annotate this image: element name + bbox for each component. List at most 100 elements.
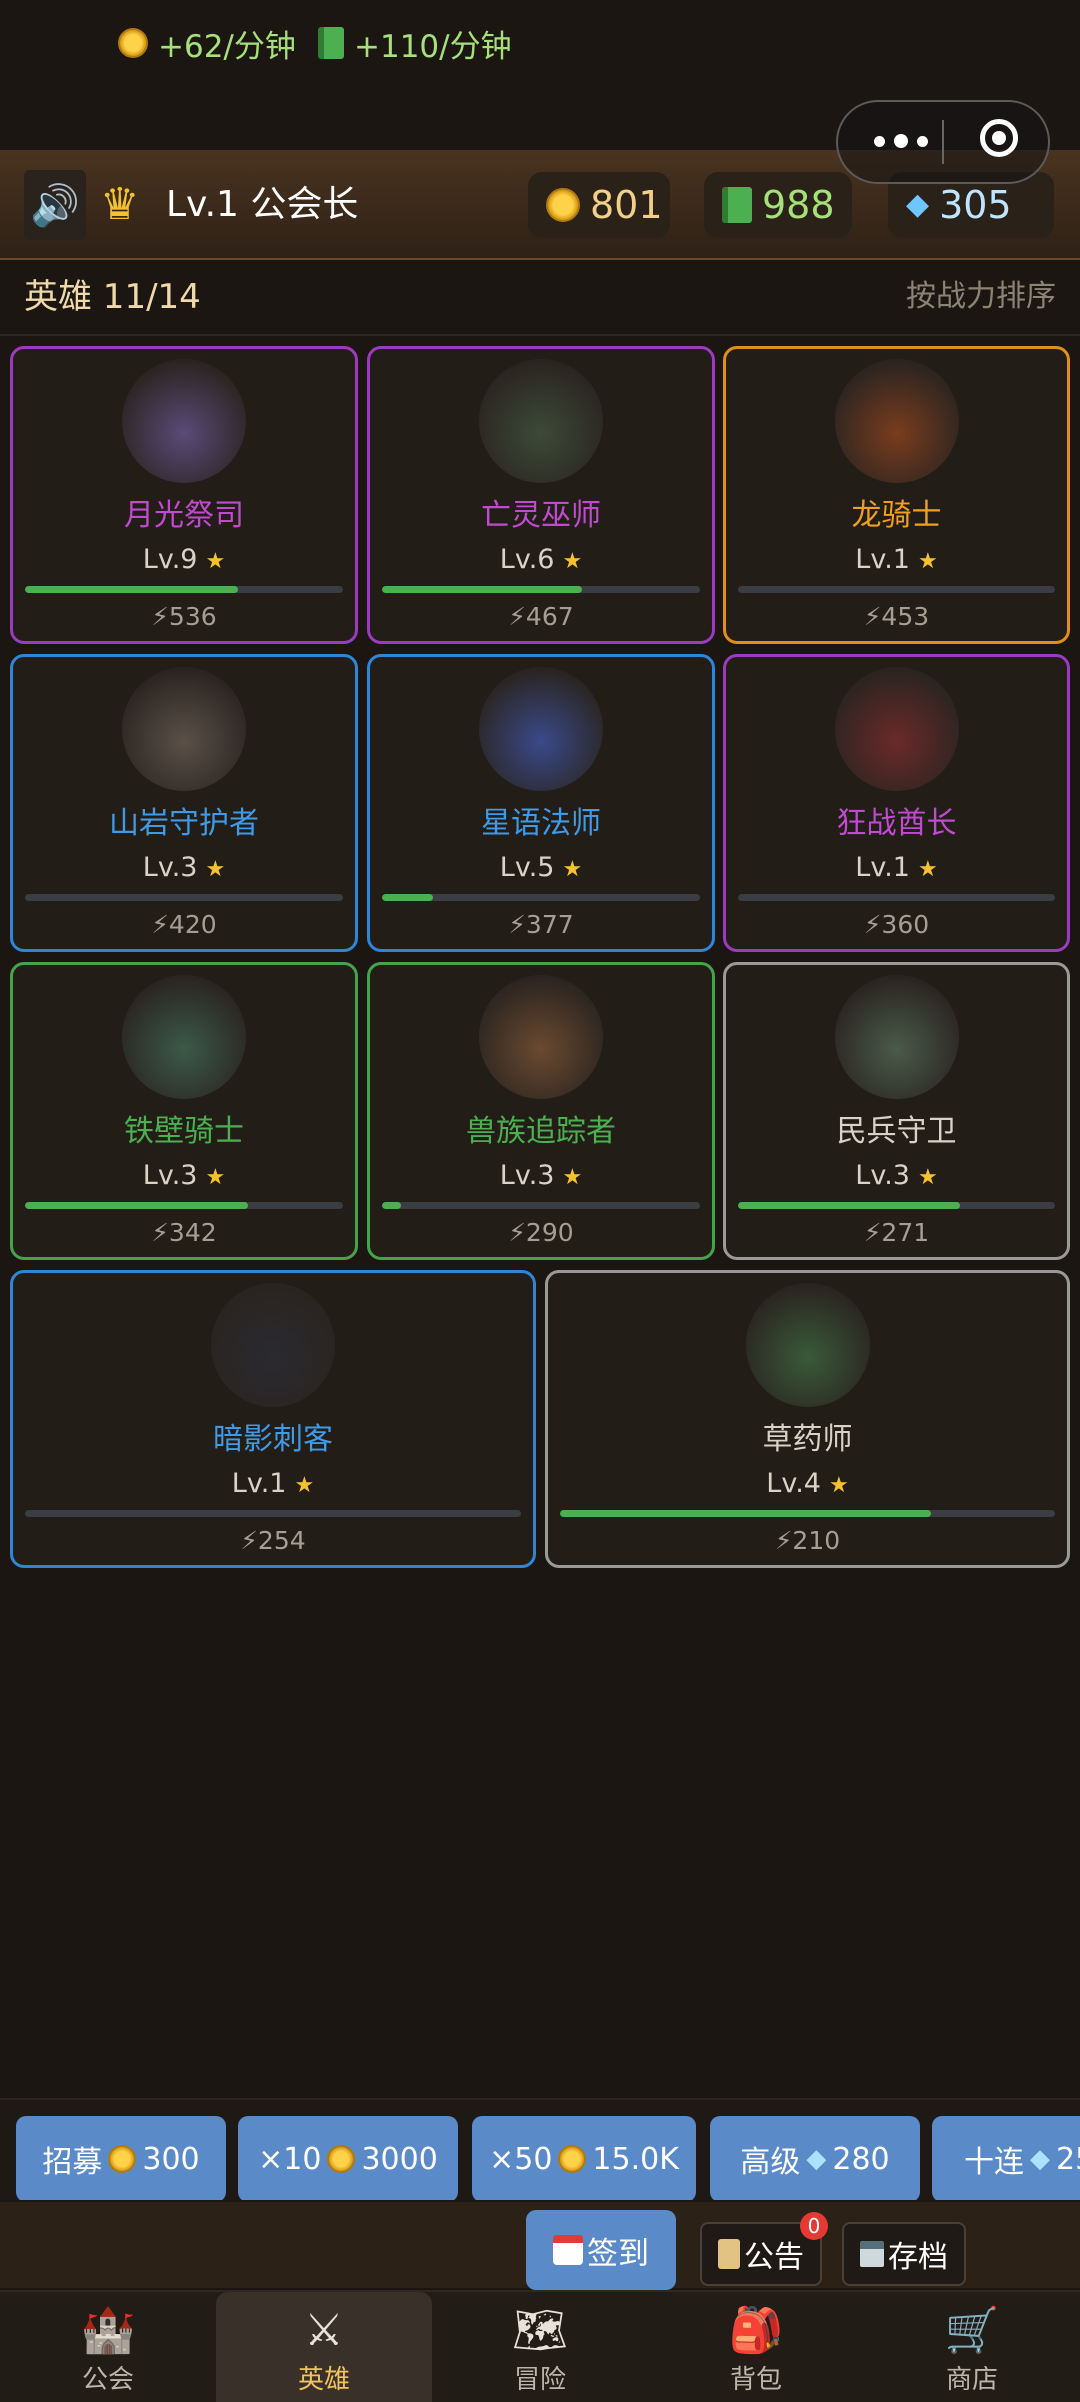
recruit-x50-cost: 15.0K — [592, 2141, 679, 2177]
hero-name: 星语法师 — [481, 806, 601, 841]
hero-card[interactable]: 兽族追踪者 Lv.3 ★ ⚡290 — [367, 962, 715, 1260]
hero-card[interactable]: 龙骑士 Lv.1 ★ ⚡453 — [723, 346, 1070, 644]
gem-value: 305 — [939, 183, 1012, 227]
hero-name: 暗影刺客 — [213, 1422, 333, 1457]
star-icon: ★ — [294, 1473, 315, 1498]
book-value: 988 — [762, 183, 835, 227]
hero-level-text: Lv.6 — [499, 544, 555, 575]
hero-level: Lv.4 ★ — [548, 1467, 1067, 1503]
more-options-icon[interactable] — [866, 126, 936, 156]
castle-icon: 🏰 — [80, 2305, 136, 2356]
hero-power: ⚡271 — [863, 1218, 930, 1247]
hero-card[interactable]: 山岩守护者 Lv.3 ★ ⚡420 — [10, 654, 358, 952]
hero-exp-bar — [25, 1202, 343, 1209]
hero-power: ⚡467 — [508, 602, 574, 631]
close-target-icon[interactable] — [980, 119, 1018, 157]
floppy-disk-icon — [860, 2241, 884, 2267]
tab-label: 背包 — [729, 2365, 782, 2395]
tab-adventure[interactable]: 🗺 冒险 — [432, 2292, 648, 2402]
coin-icon — [327, 2145, 356, 2173]
hero-name: 亡灵巫师 — [481, 498, 601, 533]
gem-icon: ◆ — [1030, 2144, 1050, 2174]
tab-shop[interactable]: 🛒 商店 — [864, 2292, 1080, 2402]
capsule-divider — [942, 120, 944, 164]
book-icon — [318, 27, 344, 59]
guild-level-title: Lv.1 公会长 — [166, 184, 359, 225]
tab-label: 公会 — [81, 2365, 134, 2395]
save-button[interactable]: 存档 — [842, 2222, 966, 2286]
crown-icon: ♛ — [100, 179, 140, 230]
hero-avatar — [479, 667, 603, 791]
hero-name: 草药师 — [762, 1422, 853, 1457]
hero-avatar — [834, 975, 959, 1099]
hero-card[interactable]: 星语法师 Lv.5 ★ ⚡377 — [367, 654, 715, 952]
coin-icon — [108, 2145, 137, 2173]
crossed-swords-icon: ⚔ — [304, 2305, 344, 2356]
hero-level: Lv.3 ★ — [726, 1159, 1067, 1195]
speaker-icon[interactable]: 🔊 — [24, 170, 86, 240]
recruit-x10-button[interactable]: ×10 3000 — [238, 2116, 458, 2200]
premium-recruit-label: 高级 — [740, 2145, 801, 2180]
gold-counter: 801 — [528, 172, 670, 238]
recruit-x10-cost: 3000 — [361, 2141, 438, 2177]
hero-exp-fill — [25, 586, 239, 593]
hero-exp-fill — [382, 1202, 402, 1209]
hero-avatar — [745, 1283, 870, 1407]
recruit-x10-label: ×10 — [258, 2141, 322, 2177]
hero-exp-fill — [738, 1202, 960, 1209]
gold-value: 801 — [590, 183, 663, 227]
hero-power: ⚡453 — [863, 602, 930, 631]
hero-level: Lv.3 ★ — [13, 1159, 355, 1195]
hero-card[interactable]: 草药师 Lv.4 ★ ⚡210 — [545, 1270, 1070, 1568]
hero-avatar — [122, 667, 246, 791]
hero-level-text: Lv.3 — [142, 852, 198, 883]
book-income-rate: +110/分钟 — [318, 18, 512, 68]
hero-level-text: Lv.1 — [855, 852, 910, 883]
hero-card[interactable]: 月光祭司 Lv.9 ★ ⚡536 — [10, 346, 358, 644]
sort-by-power-button[interactable]: 按战力排序 — [906, 274, 1056, 320]
coin-icon — [118, 28, 148, 58]
gold-rate-text: +62/分钟 — [158, 28, 296, 65]
hero-level: Lv.3 ★ — [13, 851, 355, 887]
premium-recruit-button[interactable]: 高级 ◆ 280 — [710, 2116, 920, 2200]
hero-card[interactable]: 暗影刺客 Lv.1 ★ ⚡254 — [10, 1270, 536, 1568]
gold-income-rate: +62/分钟 — [118, 18, 296, 68]
coin-icon — [546, 188, 580, 222]
premium-ten-pull-button[interactable]: 十连 ◆ 2500 — [932, 2116, 1080, 2200]
hero-exp-bar — [25, 894, 343, 901]
hero-exp-bar — [25, 586, 343, 593]
hero-exp-fill — [25, 1202, 248, 1209]
mini-program-capsule[interactable] — [836, 100, 1050, 184]
hero-power: ⚡420 — [151, 910, 217, 939]
hero-card[interactable]: 狂战酋长 Lv.1 ★ ⚡360 — [723, 654, 1070, 952]
star-icon: ★ — [917, 549, 938, 574]
hero-level-text: Lv.3 — [499, 1160, 555, 1191]
hero-card[interactable]: 亡灵巫师 Lv.6 ★ ⚡467 — [367, 346, 715, 644]
star-icon: ★ — [917, 857, 938, 882]
tab-heroes[interactable]: ⚔ 英雄 — [216, 2292, 432, 2402]
hero-level: Lv.1 ★ — [726, 851, 1067, 887]
recruit-label: 招募 — [42, 2145, 103, 2180]
header-divider — [0, 334, 1080, 336]
hero-power: ⚡342 — [151, 1218, 217, 1247]
premium-recruit-cost: 280 — [832, 2141, 890, 2177]
hero-exp-bar — [738, 1202, 1055, 1209]
recruit-button[interactable]: 招募 300 — [16, 2116, 226, 2200]
backpack-icon: 🎒 — [728, 2305, 784, 2356]
tab-guild[interactable]: 🏰 公会 — [0, 2292, 216, 2402]
save-label: 存档 — [888, 2240, 948, 2275]
bottom-tab-bar: 🏰 公会 ⚔ 英雄 🗺 冒险 🎒 背包 🛒 商店 — [0, 2290, 1080, 2402]
hero-power: ⚡290 — [508, 1218, 574, 1247]
recruit-x50-button[interactable]: ×50 15.0K — [472, 2116, 696, 2200]
hero-card[interactable]: 民兵守卫 Lv.3 ★ ⚡271 — [723, 962, 1070, 1260]
hero-power: ⚡254 — [240, 1526, 306, 1555]
checkin-button[interactable]: 签到 — [526, 2210, 676, 2290]
hero-level: Lv.5 ★ — [370, 851, 712, 887]
star-icon: ★ — [562, 857, 583, 882]
book-icon — [722, 187, 752, 223]
tab-label: 商店 — [945, 2365, 998, 2395]
hero-card[interactable]: 铁壁骑士 Lv.3 ★ ⚡342 — [10, 962, 358, 1260]
recruit-cost: 300 — [142, 2141, 200, 2177]
tab-backpack[interactable]: 🎒 背包 — [648, 2292, 864, 2402]
hero-exp-bar — [738, 894, 1055, 901]
